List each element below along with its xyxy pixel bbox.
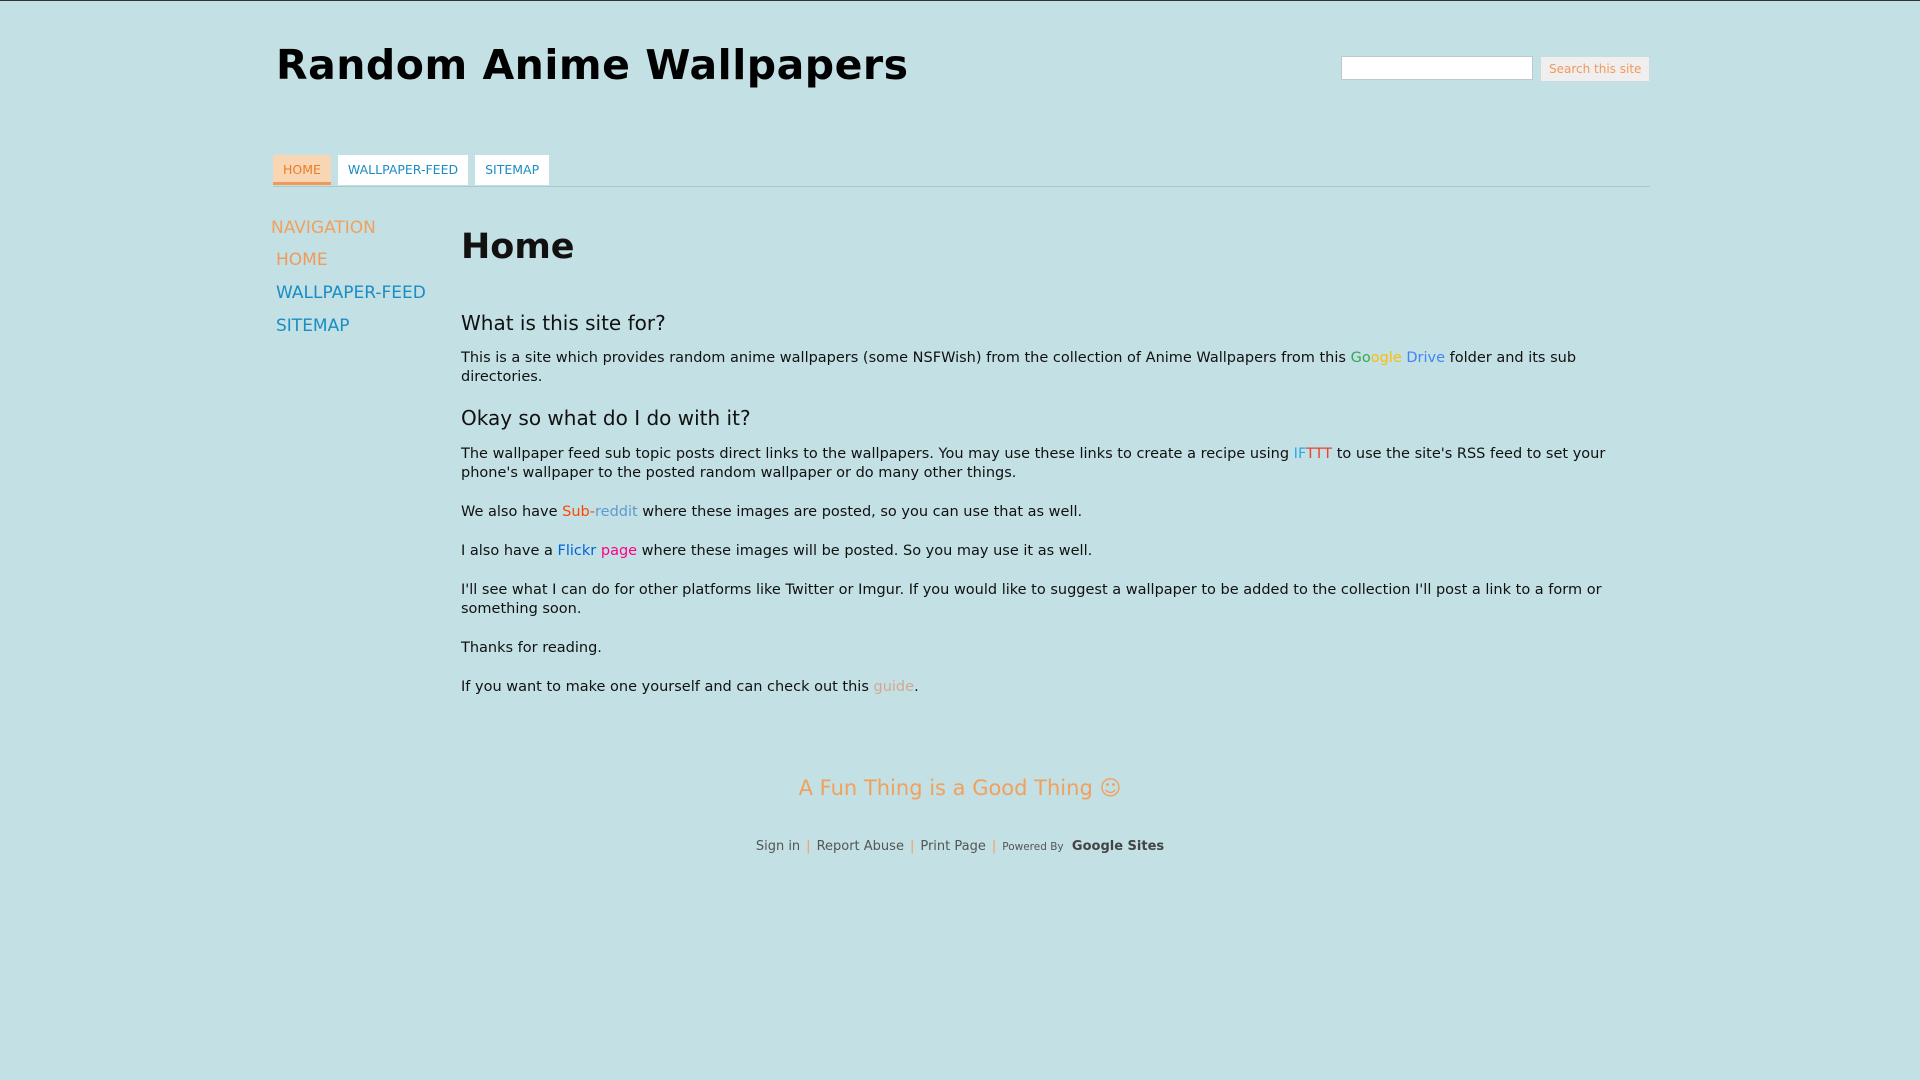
- top-tabs: HOME WALLPAPER-FEED SITEMAP: [273, 155, 550, 185]
- letter: o: [1370, 350, 1380, 366]
- print-page-link[interactable]: Print Page: [920, 839, 986, 854]
- paragraph-thanks: Thanks for reading.: [461, 640, 602, 656]
- letter: G: [1350, 350, 1362, 366]
- section-heading-how: Okay so what do I do with it?: [461, 406, 751, 430]
- paragraph-intro: This is a site which provides random ani…: [461, 349, 1631, 387]
- separator: |: [806, 839, 811, 854]
- sidebar-item-wallpaper-feed: WALLPAPER-FEED: [276, 281, 426, 314]
- google-drive-link[interactable]: Google Drive: [1351, 350, 1445, 366]
- footer-tagline: A Fun Thing is a Good Thing ☺: [798, 776, 1122, 800]
- text: where these images are posted, so you ca…: [637, 504, 1083, 520]
- text: This is a site which provides random ani…: [461, 350, 1351, 366]
- separator: |: [909, 839, 915, 854]
- paragraph-reddit: We also have Sub-reddit where these imag…: [461, 503, 1631, 522]
- sub-text: Sub-: [562, 504, 595, 520]
- powered-by-label: Powered By: [1002, 841, 1064, 853]
- drive-text: Drive: [1406, 350, 1446, 366]
- text: The wallpaper feed sub topic posts direc…: [461, 446, 1294, 462]
- google-sites-link[interactable]: Google Sites: [1072, 839, 1164, 854]
- letter: g: [1379, 350, 1389, 366]
- tab-wallpaper-feed[interactable]: WALLPAPER-FEED: [337, 155, 469, 185]
- letter: o: [1361, 350, 1371, 366]
- text: I also have a: [461, 543, 558, 559]
- paragraph-feed: The wallpaper feed sub topic posts direc…: [461, 445, 1631, 483]
- text: .: [914, 679, 919, 695]
- subreddit-link[interactable]: Sub-reddit: [562, 504, 638, 520]
- flickr-link[interactable]: Flickr page: [558, 543, 638, 559]
- sidebar-link-sitemap[interactable]: SITEMAP: [276, 316, 349, 336]
- report-abuse-link[interactable]: Report Abuse: [817, 839, 904, 854]
- footer-links: Sign in | Report Abuse | Print Page | Powered …: [0, 839, 1920, 854]
- paragraph-guide: If you want to make one yourself and can…: [461, 678, 1631, 697]
- sidebar-link-home[interactable]: HOME: [276, 250, 328, 270]
- flickr-text: Flickr: [557, 543, 597, 559]
- reddit-text: reddit: [595, 504, 638, 520]
- main-content: Home What is this site for? This is a si…: [461, 227, 1631, 697]
- ifttt-link[interactable]: IFTTT: [1294, 446, 1332, 462]
- ifttt-if: IF: [1293, 446, 1307, 462]
- letter: e: [1392, 350, 1402, 366]
- sign-in-link[interactable]: Sign in: [756, 839, 800, 854]
- text: If you want to make one yourself and can…: [461, 679, 874, 695]
- site-title: Random Anime Wallpapers: [276, 41, 909, 89]
- separator: |: [991, 839, 997, 854]
- paragraph-flickr: I also have a Flickr page where these im…: [461, 542, 1631, 561]
- page-text: page: [600, 543, 638, 559]
- tabs-divider: [273, 186, 1650, 187]
- section-heading-what: What is this site for?: [461, 311, 666, 335]
- sidebar-item-home: HOME: [276, 248, 426, 281]
- tab-sitemap[interactable]: SITEMAP: [475, 155, 550, 185]
- text: We also have: [461, 504, 563, 520]
- search-form: Search this site: [1341, 56, 1651, 82]
- search-input[interactable]: [1341, 56, 1533, 80]
- search-button[interactable]: Search this site: [1540, 56, 1651, 82]
- text: where these images will be posted. So yo…: [637, 543, 1093, 559]
- tab-home[interactable]: HOME: [273, 155, 331, 185]
- guide-link[interactable]: guide: [874, 679, 915, 695]
- page-title: Home: [461, 227, 575, 267]
- sidebar-link-wallpaper-feed[interactable]: WALLPAPER-FEED: [276, 283, 426, 303]
- ifttt-ttt: TTT: [1306, 446, 1333, 462]
- sidebar-heading: NAVIGATION: [271, 218, 376, 238]
- sidebar-item-sitemap: SITEMAP: [276, 314, 426, 347]
- paragraph-platforms: I'll see what I can do for other platfor…: [461, 582, 1602, 617]
- sidebar-nav: HOME WALLPAPER-FEED SITEMAP: [276, 248, 426, 347]
